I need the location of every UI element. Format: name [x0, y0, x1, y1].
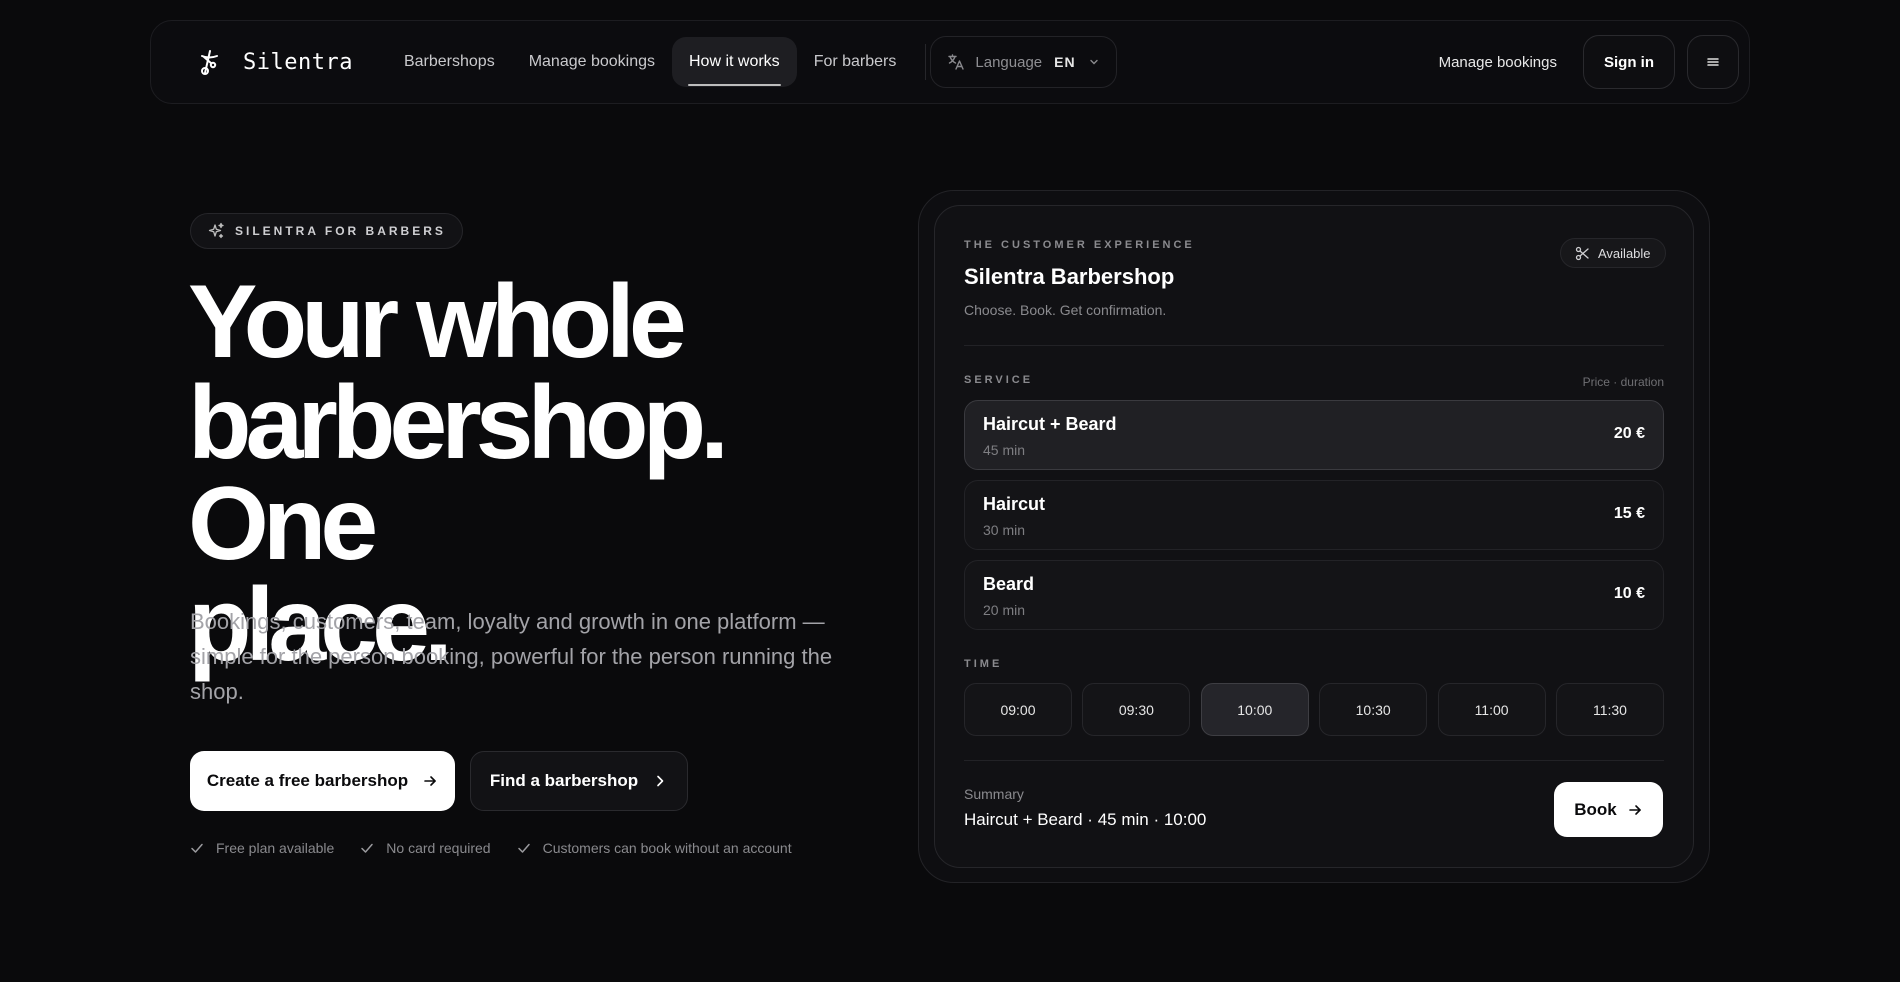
scissors-icon [1575, 246, 1589, 260]
service-option-beard[interactable]: Beard 20 min 10 € [964, 560, 1664, 630]
nav-divider [925, 44, 927, 80]
card-title: Silentra Barbershop [964, 264, 1175, 289]
time-slot-selected[interactable]: 10:00 [1200, 683, 1309, 736]
nav-links: Barbershops Manage bookings How it works… [387, 37, 913, 87]
time-section-label: TIME [964, 658, 1003, 670]
check-item: Customers can book without an account [517, 840, 792, 856]
nav-link-how-it-works[interactable]: How it works [672, 37, 797, 87]
service-price: 15 € [1613, 505, 1645, 522]
nav-link-manage-bookings[interactable]: Manage bookings [512, 37, 672, 87]
service-name: Haircut + Beard [983, 414, 1117, 434]
service-duration: 20 min [983, 602, 1026, 618]
service-duration: 45 min [983, 442, 1026, 458]
checkmark-icon [361, 843, 374, 853]
check-item: No card required [360, 840, 491, 856]
time-slot[interactable]: 09:00 [964, 683, 1072, 736]
time-slot[interactable]: 10:30 [1319, 683, 1428, 736]
find-barbershop-button[interactable]: Find a barbershop [470, 751, 688, 811]
create-barbershop-label: Create a free barbershop [206, 771, 409, 790]
hero-subtitle: Bookings, customers, team, loyalty and g… [190, 609, 833, 704]
nav-actions: Manage bookings Sign in [1439, 35, 1739, 89]
service-name: Haircut [983, 494, 1046, 514]
card-eyebrow: THE CUSTOMER EXPERIENCE [964, 239, 1195, 251]
headline-line: Your whole [188, 264, 687, 380]
language-selector[interactable]: Language EN [930, 36, 1117, 88]
language-code: EN [1054, 54, 1076, 70]
find-barbershop-label: Find a barbershop [489, 771, 639, 790]
manage-bookings-link[interactable]: Manage bookings [1439, 54, 1557, 71]
hamburger-menu-icon [1707, 58, 1719, 66]
time-slot[interactable]: 11:00 [1437, 683, 1546, 736]
service-section-label: SERVICE [964, 374, 1034, 386]
sparkles-icon [208, 222, 224, 239]
card-divider [964, 345, 1664, 346]
nav-link-barbershops[interactable]: Barbershops [387, 37, 512, 87]
service-price: 10 € [1613, 585, 1645, 602]
summary-label: Summary [964, 786, 1024, 802]
time-slots: 09:00 09:30 10:00 10:30 11:00 11:30 [964, 683, 1664, 736]
page: Silentra Barbershops Manage bookings How… [0, 0, 1900, 982]
arrow-right-icon [424, 776, 436, 786]
translate-icon [948, 54, 965, 70]
check-label: Free plan available [216, 840, 335, 856]
brand-name: Silentra [243, 49, 353, 75]
card-divider [964, 760, 1664, 761]
chevron-down-icon [1089, 59, 1098, 65]
service-option-haircut[interactable]: Haircut 30 min 15 € [964, 480, 1664, 550]
check-label: Customers can book without an account [542, 840, 792, 856]
create-barbershop-button[interactable]: Create a free barbershop [190, 751, 455, 811]
sign-in-button[interactable]: Sign in [1583, 35, 1675, 89]
time-slot[interactable]: 09:30 [1082, 683, 1191, 736]
badge-label: SILENTRA FOR BARBERS [235, 224, 446, 238]
language-label: Language [975, 53, 1043, 71]
availability-badge: Available [1560, 238, 1666, 268]
service-option-haircut-beard[interactable]: Haircut + Beard 45 min 20 € [964, 400, 1664, 470]
checkmark-icon [191, 843, 203, 853]
service-hint: Price · duration [1582, 375, 1664, 389]
service-price: 20 € [1613, 425, 1645, 442]
chevron-right-icon [657, 775, 664, 787]
service-name: Beard [983, 574, 1035, 594]
service-duration: 30 min [983, 522, 1026, 538]
availability-label: Available [1598, 245, 1651, 261]
check-label: No card required [386, 840, 491, 856]
feature-checks: Free plan available No card required Cus… [190, 840, 818, 856]
book-label: Book [1574, 799, 1617, 819]
scissors-logo-icon [201, 50, 218, 75]
headline-line: barbershop. One [188, 365, 729, 582]
card-tagline: Choose. Book. Get confirmation. [964, 302, 1167, 318]
summary-value: Haircut + Beard · 45 min · 10:00 [964, 810, 1207, 829]
arrow-right-icon [1628, 804, 1641, 815]
checkmark-icon [517, 843, 530, 853]
check-item: Free plan available [190, 840, 334, 856]
menu-button[interactable] [1687, 35, 1739, 89]
top-navigation: Silentra Barbershops Manage bookings How… [150, 20, 1750, 104]
brand-logo[interactable]: Silentra [193, 47, 353, 77]
time-slot[interactable]: 11:30 [1555, 683, 1664, 736]
book-button[interactable]: Book [1554, 782, 1663, 837]
nav-link-for-barbers[interactable]: For barbers [797, 37, 914, 87]
hero-badge: SILENTRA FOR BARBERS [190, 213, 463, 249]
